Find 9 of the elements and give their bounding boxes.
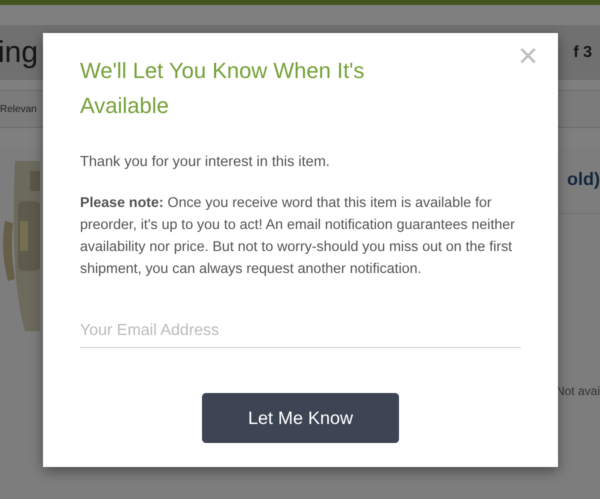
product-title: old) — [567, 168, 600, 191]
page-heading: ing — [0, 35, 38, 71]
submit-button[interactable]: Let Me Know — [202, 393, 399, 443]
note-text: Please note: Once you receive word that this item is available for preorder, it's up to you to act! An email notification guarantees neither availability nor price. But not to worry-should you miss out on the first shipment, you can always request another notification. — [80, 194, 516, 279]
dialog-title: We'll Let You Know When It's Available — [80, 57, 366, 120]
page-count: f 3 — [573, 42, 593, 62]
email-field[interactable]: Your Email Address — [80, 314, 521, 348]
sort-label: Relevan — [0, 102, 37, 116]
intro-text: Thank you for your interest in this item. — [80, 153, 331, 172]
